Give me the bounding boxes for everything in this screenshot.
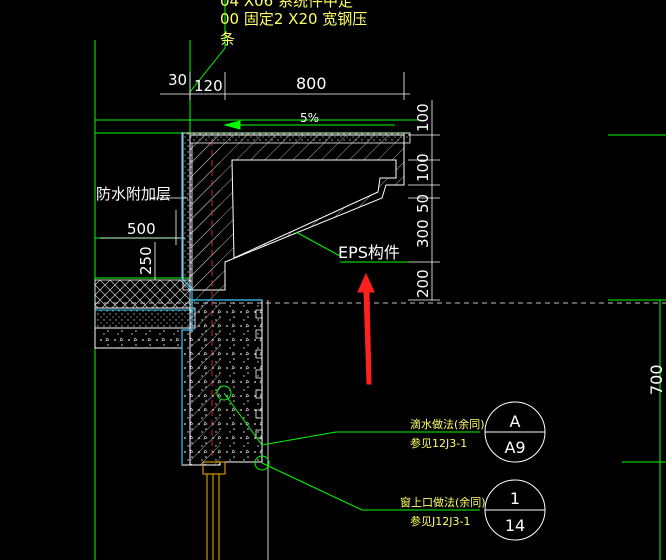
left-insulation-band [94, 279, 191, 309]
top-note-line3: 条 [220, 30, 235, 48]
top-note-line2: 00 固定2 X20 宽钢压 [220, 10, 367, 28]
dim-50: 50 [414, 194, 432, 213]
cad-drawing-canvas: 04 X06 系统件中定 00 固定2 X20 宽钢压 条 30 120 800… [94, 0, 666, 560]
callout-drip [223, 392, 546, 463]
dim-120: 120 [194, 77, 223, 95]
window-frame [202, 461, 226, 560]
callout-window-text1: 窗上口做法(余同) [400, 495, 486, 509]
dim-700: 700 [647, 364, 666, 395]
lower-wall [189, 299, 263, 466]
callout-window-text2: 参见J12J3-1 [410, 514, 470, 528]
callout-window-bottom-num: 14 [505, 516, 525, 535]
callout-drip-text2: 参见12J3-1 [410, 436, 467, 450]
dim-100-top: 100 [414, 103, 432, 132]
top-note-line1: 04 X06 系统件中定 [220, 0, 353, 10]
dim-800: 800 [296, 74, 327, 93]
callout-drip-top: A [510, 412, 521, 431]
left-slab [94, 307, 196, 329]
red-pointer-arrow [357, 272, 375, 385]
callout-drip-text1: 滴水做法(余同) [410, 417, 485, 431]
eps-label: EPS构件 [338, 243, 400, 262]
dim-30: 30 [168, 71, 187, 89]
slope-label: 5% [300, 111, 319, 125]
dim-100-mid: 100 [414, 153, 432, 182]
dim-200: 200 [414, 269, 432, 298]
callout-drip-bottom: A9 [504, 438, 525, 457]
dim-250: 250 [137, 246, 155, 275]
left-beam [94, 327, 191, 466]
eps-leader [295, 231, 341, 257]
callout-window-top-num: 1 [510, 489, 520, 508]
waterproof-layer-label: 防水附加层 [96, 185, 171, 203]
dim-500: 500 [127, 220, 156, 238]
dim-300: 300 [414, 219, 432, 248]
